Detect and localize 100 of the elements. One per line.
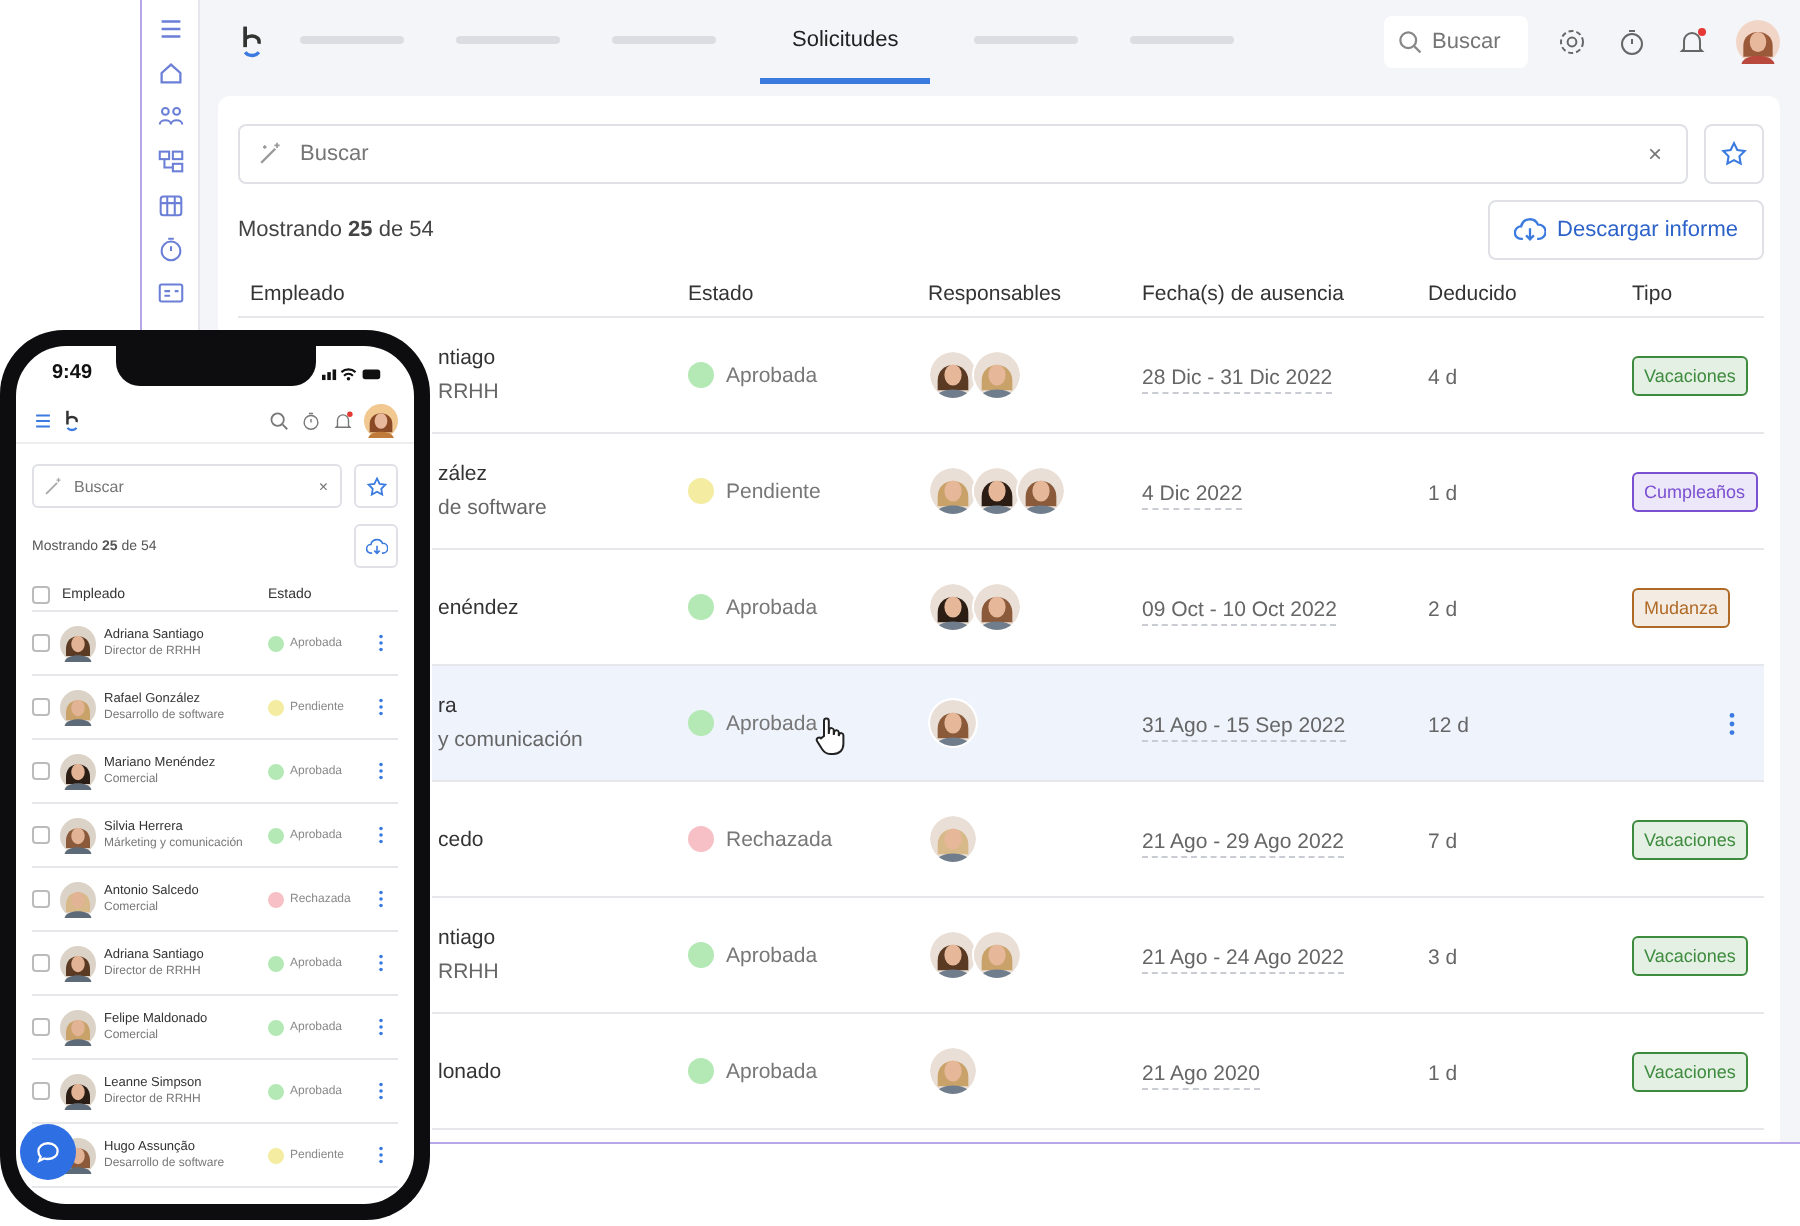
status-label: Pendiente bbox=[726, 479, 821, 503]
clear-button[interactable]: × bbox=[1639, 140, 1670, 168]
table-row[interactable]: ra y comunicación Aprobada 31 Ago - 15 Sep 2022 12 d bbox=[432, 666, 1764, 782]
checkbox[interactable] bbox=[32, 890, 50, 908]
absence-dates: 28 Dic - 31 Dic 2022 bbox=[1142, 365, 1333, 393]
search-field[interactable]: Buscar bbox=[1384, 16, 1528, 68]
deducted-days: 12 d bbox=[1428, 713, 1469, 737]
download-button[interactable]: Descargar informe bbox=[1487, 200, 1764, 260]
favorite-button[interactable] bbox=[1704, 124, 1764, 184]
more-icon[interactable] bbox=[378, 1082, 384, 1100]
type-tag: Mudanza bbox=[1632, 587, 1731, 627]
bell-icon[interactable] bbox=[1676, 26, 1708, 58]
more-icon[interactable] bbox=[1728, 711, 1736, 735]
logo-icon[interactable] bbox=[64, 407, 80, 433]
status-label: Aprobada bbox=[726, 363, 818, 387]
checkbox[interactable] bbox=[32, 826, 50, 844]
menu-icon[interactable] bbox=[32, 409, 54, 431]
deducted-days: 4 d bbox=[1428, 365, 1458, 389]
more-icon[interactable] bbox=[378, 1146, 384, 1164]
employee-role: RRHH bbox=[438, 960, 499, 984]
checkbox[interactable] bbox=[32, 1082, 50, 1100]
employee-name: cedo bbox=[438, 827, 484, 851]
more-icon[interactable] bbox=[378, 1018, 384, 1036]
employee-role: de software bbox=[438, 496, 547, 520]
type-tag: Cumpleaños bbox=[1632, 471, 1758, 511]
status-label: Aprobada bbox=[726, 595, 818, 619]
timer-icon[interactable] bbox=[1616, 26, 1648, 58]
timer-icon[interactable] bbox=[155, 234, 185, 264]
checkbox[interactable] bbox=[32, 634, 50, 652]
column-header: Deducido bbox=[1428, 282, 1519, 306]
employee-name: lonado bbox=[438, 1059, 502, 1083]
settings-icon[interactable] bbox=[1556, 26, 1588, 58]
hand-cursor-icon bbox=[814, 716, 846, 756]
star-icon bbox=[365, 475, 387, 497]
absence-dates: 4 Dic 2022 bbox=[1142, 481, 1243, 509]
type-tag: Vacaciones bbox=[1632, 935, 1748, 975]
clock: 9:49 bbox=[52, 361, 93, 383]
search-field[interactable]: Buscar × bbox=[32, 464, 342, 508]
download-button[interactable] bbox=[354, 524, 398, 568]
star-icon bbox=[1720, 140, 1748, 168]
employee-name: ra bbox=[438, 694, 457, 718]
absence-dates: 09 Oct - 10 Oct 2022 bbox=[1142, 597, 1337, 625]
table-row[interactable]: lonado Aprobada 21 Ago 2020 1 d Vacaciones bbox=[432, 1014, 1764, 1130]
status-label: Aprobada bbox=[726, 711, 818, 735]
column-header: Responsables bbox=[928, 282, 1064, 306]
more-icon[interactable] bbox=[378, 634, 384, 652]
column-header: Fecha(s) de ausencia bbox=[1142, 282, 1346, 306]
type-tag: Vacaciones bbox=[1632, 1051, 1748, 1091]
employee-role: RRHH bbox=[438, 380, 499, 404]
status-label: Rechazada bbox=[726, 827, 833, 851]
checkbox[interactable] bbox=[32, 698, 50, 716]
checkbox[interactable] bbox=[32, 1018, 50, 1036]
type-tag: Vacaciones bbox=[1632, 355, 1748, 395]
table-row[interactable]: ntiago RRHH Aprobada 28 Dic - 31 Dic 2022 4 d Vacaciones bbox=[432, 318, 1764, 434]
more-icon[interactable] bbox=[378, 762, 384, 780]
more-icon[interactable] bbox=[378, 826, 384, 844]
bell-icon[interactable] bbox=[332, 409, 354, 431]
status-icons-drawing bbox=[322, 363, 382, 381]
cloud-download-icon bbox=[1513, 214, 1546, 246]
column-header: Empleado bbox=[248, 282, 347, 306]
favorite-button[interactable] bbox=[354, 464, 398, 508]
tab[interactable]: Solicitudes bbox=[760, 0, 931, 84]
search-field[interactable]: Buscar × bbox=[238, 124, 1688, 184]
deducted-days: 2 d bbox=[1428, 597, 1458, 621]
chat-button[interactable] bbox=[20, 1124, 76, 1180]
absence-dates: 21 Ago - 29 Ago 2022 bbox=[1142, 829, 1345, 857]
more-icon[interactable] bbox=[378, 890, 384, 908]
status-label: Aprobada bbox=[726, 1059, 818, 1083]
cloud-download-icon bbox=[365, 535, 387, 557]
timer-icon[interactable] bbox=[300, 409, 322, 431]
card-icon[interactable] bbox=[155, 278, 185, 308]
absence-dates: 21 Ago - 24 Ago 2022 bbox=[1142, 945, 1345, 973]
employee-role: y comunicación bbox=[438, 728, 583, 752]
deducted-days: 1 d bbox=[1428, 481, 1458, 505]
absence-dates: 21 Ago 2020 bbox=[1142, 1061, 1260, 1089]
table-row[interactable]: cedo Rechazada 21 Ago - 29 Ago 2022 7 d Vacaciones bbox=[432, 782, 1764, 898]
table-row[interactable]: zález de software Pendiente 4 Dic 2022 1 d Cumpleaños bbox=[432, 434, 1764, 550]
search-icon[interactable] bbox=[268, 409, 290, 431]
employee-name: zález bbox=[438, 462, 488, 486]
deducted-days: 7 d bbox=[1428, 829, 1458, 853]
checkbox[interactable] bbox=[32, 954, 50, 972]
home-icon[interactable] bbox=[155, 58, 185, 88]
logo-icon[interactable] bbox=[240, 24, 264, 60]
more-icon[interactable] bbox=[378, 698, 384, 716]
checkbox[interactable] bbox=[32, 762, 50, 780]
calendar-icon[interactable] bbox=[155, 190, 185, 220]
employee-name: enéndez bbox=[438, 595, 519, 619]
checkbox[interactable] bbox=[32, 585, 50, 603]
clear-button[interactable]: × bbox=[314, 477, 332, 495]
employee-name: ntiago bbox=[438, 926, 496, 950]
absence-dates: 31 Ago - 15 Sep 2022 bbox=[1142, 713, 1346, 741]
table-row[interactable]: ntiago RRHH Aprobada 21 Ago - 24 Ago 2022 3 d Vacaciones bbox=[432, 898, 1764, 1014]
chat-icon bbox=[34, 1138, 62, 1166]
results-count: Mostrando 25 de 54 bbox=[238, 218, 434, 242]
magic-wand-icon bbox=[42, 475, 64, 497]
org-icon[interactable] bbox=[155, 146, 185, 176]
deducted-days: 1 d bbox=[1428, 1061, 1458, 1085]
employee-name: ntiago bbox=[438, 346, 496, 370]
deducted-days: 3 d bbox=[1428, 945, 1458, 969]
more-icon[interactable] bbox=[378, 954, 384, 972]
